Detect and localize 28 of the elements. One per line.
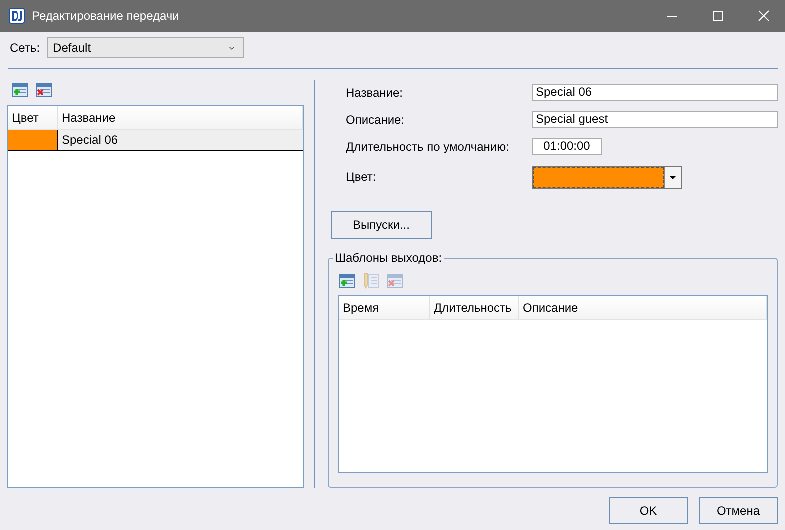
column-header[interactable]: Название [58,106,304,129]
dialog-button[interactable]: Отмена [699,497,778,524]
column-header[interactable]: Время [339,296,430,319]
table-cell-text: Special 06 [61,132,120,149]
field-label: Описание: [346,112,406,126]
episodes-button[interactable]: Выпуски... [331,211,432,239]
table-row[interactable]: Special 06 [8,130,304,151]
field-label: Сеть: [10,40,40,54]
dialog-button[interactable]: OK [609,497,688,524]
column-header[interactable]: Цвет [8,106,58,129]
delete-row-icon[interactable] [36,82,52,98]
network-dropdown[interactable]: Default [47,37,244,58]
column-header[interactable]: Длительность [430,296,519,319]
text-field[interactable]: Special guest [532,111,778,128]
add-row-icon[interactable] [339,273,355,289]
group-title: Шаблоны выходов: [333,251,444,265]
column-header[interactable]: Описание [519,296,767,319]
add-row-icon[interactable] [12,82,28,98]
window-title: Редактирование передачи [32,9,180,23]
text-field[interactable]: Special 06 [532,84,778,101]
field-label: Цвет: [346,170,378,184]
field-label: Название: [346,86,404,100]
time-field[interactable]: 01:00:00 [532,138,602,155]
close-icon[interactable] [756,8,772,24]
maximize-icon[interactable] [710,8,726,24]
color-dropdown[interactable] [532,166,682,189]
app-logo-icon [9,8,25,24]
field-label: Длительность по умолчанию: [346,140,510,154]
